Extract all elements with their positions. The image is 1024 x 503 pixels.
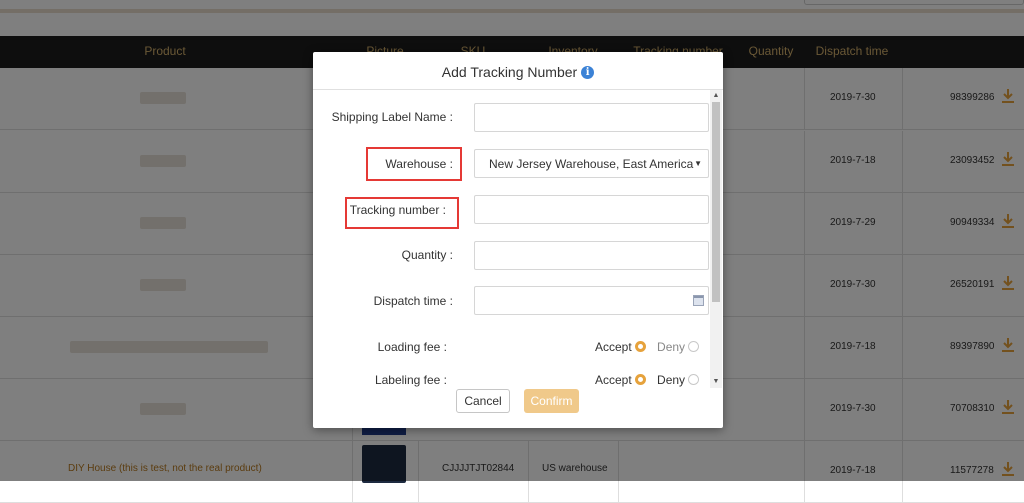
quantity-input[interactable] bbox=[474, 241, 709, 270]
radio-icon[interactable] bbox=[634, 374, 646, 386]
labeling-fee-deny-label[interactable]: Deny bbox=[657, 373, 685, 387]
confirm-button[interactable]: Confirm bbox=[524, 389, 579, 413]
loading-fee-label: Loading fee : bbox=[377, 340, 447, 354]
dialog-scrollbar[interactable]: ▲ ▼ bbox=[710, 90, 722, 388]
loading-fee-deny-label[interactable]: Deny bbox=[657, 340, 685, 354]
dialog-title-text: Add Tracking Number bbox=[441, 64, 578, 81]
calendar-icon[interactable] bbox=[693, 295, 704, 306]
loading-fee-radio-group: Accept Deny bbox=[595, 339, 703, 354]
scroll-up-icon[interactable]: ▲ bbox=[710, 90, 722, 102]
warehouse-selected-value: New Jersey Warehouse, East America bbox=[489, 157, 694, 171]
info-icon[interactable]: i bbox=[581, 65, 595, 79]
add-tracking-number-dialog: Add Tracking Number i Shipping Label Name… bbox=[313, 52, 723, 428]
radio-icon[interactable] bbox=[688, 374, 700, 386]
dispatch-time-input[interactable] bbox=[474, 286, 709, 315]
radio-icon[interactable] bbox=[634, 341, 646, 353]
dialog-title: Add Tracking Number i bbox=[313, 63, 723, 80]
labeling-fee-label: Labeling fee : bbox=[374, 373, 447, 387]
scrollbar-thumb[interactable] bbox=[712, 102, 720, 302]
shipping-label-name-label: Shipping Label Name : bbox=[331, 110, 453, 124]
radio-icon[interactable] bbox=[688, 341, 700, 353]
scroll-down-icon[interactable]: ▼ bbox=[710, 376, 722, 388]
shipping-label-name-input[interactable] bbox=[474, 103, 709, 132]
cancel-button[interactable]: Cancel bbox=[456, 389, 510, 413]
highlight-box bbox=[366, 147, 462, 181]
tracking-number-input[interactable] bbox=[474, 195, 709, 224]
loading-fee-accept-label[interactable]: Accept bbox=[595, 340, 632, 354]
dispatch-time-label: Dispatch time : bbox=[373, 294, 453, 308]
labeling-fee-accept-label[interactable]: Accept bbox=[595, 373, 632, 387]
dialog-header: Add Tracking Number i bbox=[313, 52, 723, 90]
labeling-fee-radio-group: Accept Deny bbox=[595, 372, 703, 387]
dropdown-caret-icon: ▼ bbox=[694, 159, 702, 168]
warehouse-select[interactable]: New Jersey Warehouse, East America ▼ bbox=[474, 149, 709, 178]
quantity-label: Quantity : bbox=[401, 248, 453, 262]
highlight-box bbox=[345, 197, 459, 229]
